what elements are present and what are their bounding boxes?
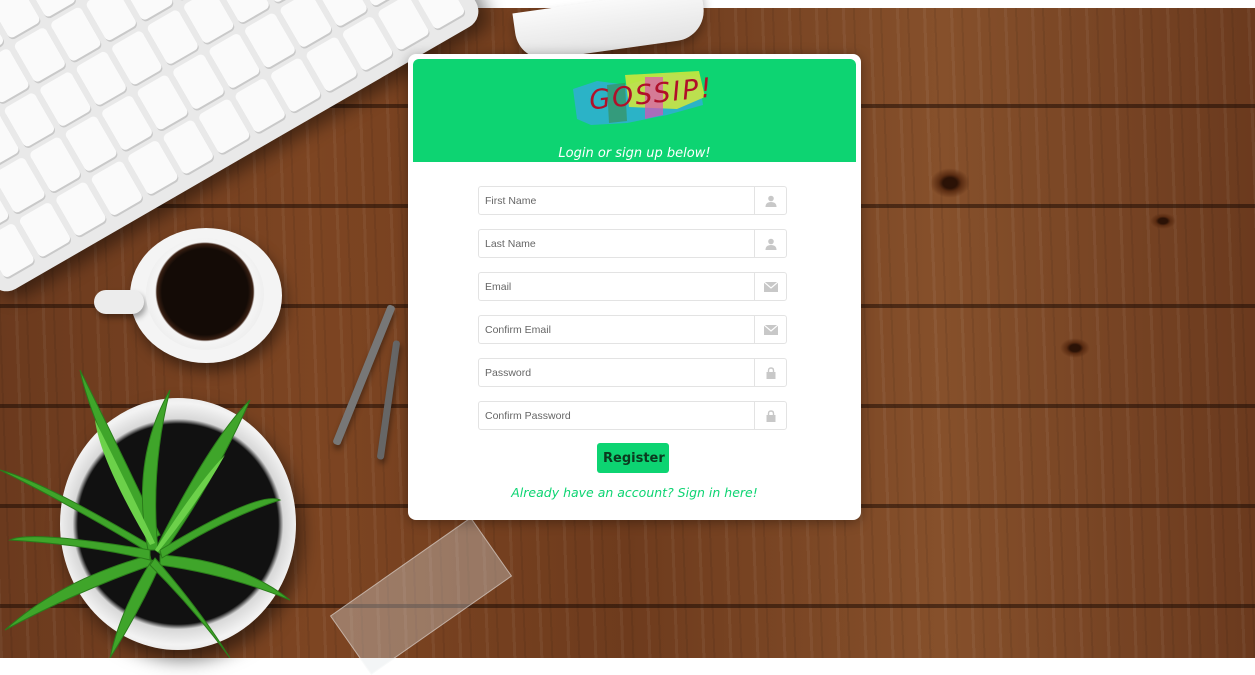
- envelope-icon: [754, 273, 786, 300]
- tagline: Login or sign up below!: [558, 146, 711, 161]
- user-icon: [754, 230, 786, 257]
- coffee-cup-handle: [94, 290, 144, 314]
- card-header: GOSSIP! Login or sign up below!: [413, 59, 856, 162]
- confirm-password-field: [478, 401, 787, 430]
- password-input[interactable]: [479, 359, 755, 386]
- last-name-field: [478, 229, 787, 258]
- confirm-password-input[interactable]: [479, 402, 755, 429]
- first-name-input[interactable]: [479, 187, 755, 214]
- first-name-field: [478, 186, 787, 215]
- register-button[interactable]: Register: [597, 443, 669, 473]
- confirm-email-input[interactable]: [479, 316, 755, 343]
- lock-icon: [754, 359, 786, 386]
- plant-leaves-image: [0, 369, 291, 658]
- last-name-input[interactable]: [479, 230, 755, 257]
- gossip-logo: GOSSIP!: [567, 67, 715, 129]
- coffee-cup-image: [146, 238, 264, 350]
- email-input[interactable]: [479, 273, 755, 300]
- lock-icon: [754, 402, 786, 429]
- register-card: GOSSIP! Login or sign up below! First Na…: [408, 54, 861, 520]
- email-field: [478, 272, 787, 301]
- password-field: [478, 358, 787, 387]
- envelope-icon: [754, 316, 786, 343]
- user-icon: [754, 187, 786, 214]
- sign-in-link[interactable]: Already have an account? Sign in here!: [408, 485, 861, 500]
- confirm-email-field: [478, 315, 787, 344]
